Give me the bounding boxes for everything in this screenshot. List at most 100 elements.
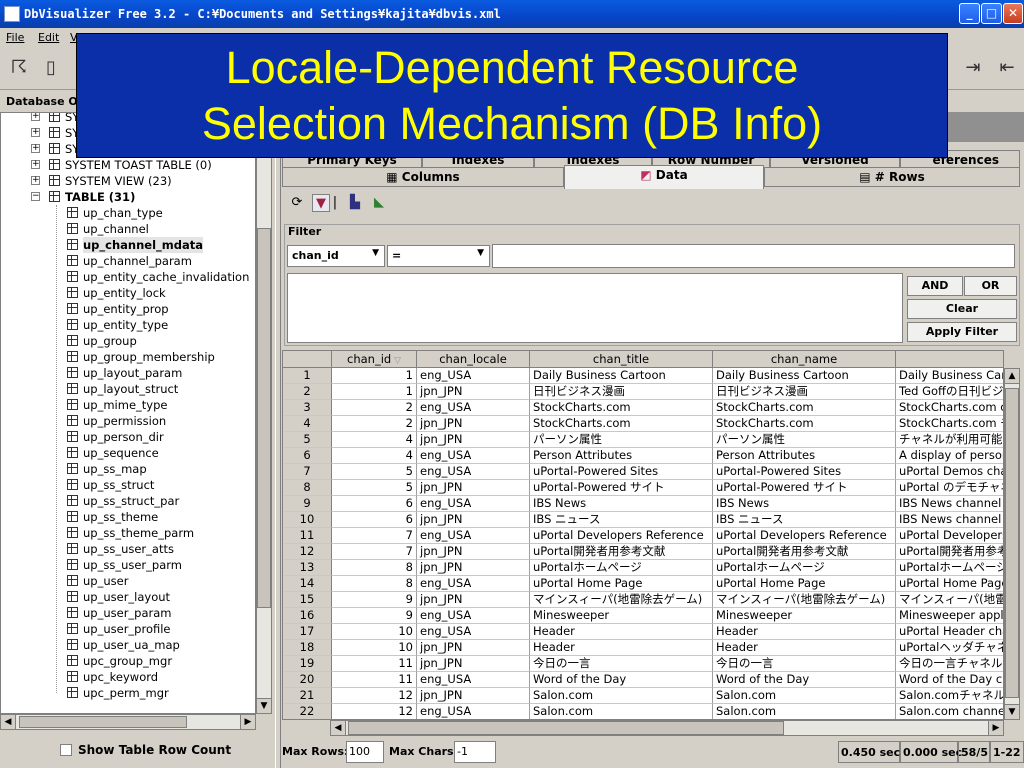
tree-node-selected-table[interactable]: up_channel_mdata — [1, 237, 255, 253]
tree-node-table[interactable]: up_entity_prop — [1, 301, 255, 317]
grid-scroll-left-icon[interactable]: ◀ — [330, 720, 346, 736]
grid-scroll-right-icon[interactable]: ▶ — [988, 720, 1004, 736]
table-cell[interactable]: 6 — [332, 496, 417, 512]
menu-edit[interactable]: Edit — [38, 31, 59, 44]
table-cell[interactable]: jpn_JPN — [417, 384, 530, 400]
table-row[interactable]: 15 9 jpn_JPN マインスィーパ(地雷除去ゲーム) マインスィーパ(地雷除去ゲー… — [283, 592, 1003, 608]
table-cell[interactable]: Person Attributes — [530, 448, 713, 464]
expand-icon[interactable]: + — [31, 144, 40, 153]
table-cell[interactable]: jpn_JPN — [417, 480, 530, 496]
tree-node-table[interactable]: up_ss_map — [1, 461, 255, 477]
filter-value-input[interactable] — [492, 244, 1015, 268]
tab-columns[interactable]: ▦ Columns — [282, 167, 564, 187]
area-chart-icon[interactable]: ◣ — [370, 194, 388, 212]
table-cell[interactable]: 5 — [332, 464, 417, 480]
show-row-count-option[interactable]: Show Table Row Count — [0, 736, 275, 768]
table-cell[interactable]: パーソン属性 — [713, 432, 896, 448]
tree-node-table[interactable]: up_group — [1, 333, 255, 349]
grid-scroll-down-icon[interactable]: ▼ — [1004, 704, 1020, 720]
table-row[interactable]: 13 8 jpn_JPN uPortalホームページ uPortalホームページ uPor… — [283, 560, 1003, 576]
tree-scroll-right-icon[interactable]: ▶ — [240, 714, 256, 730]
table-cell[interactable]: StockCharts.com — [530, 416, 713, 432]
table-cell[interactable]: 4 — [332, 432, 417, 448]
table-cell[interactable]: Minesweeper apple — [896, 608, 1003, 624]
import-icon[interactable]: ⇤ — [996, 56, 1018, 80]
tree-node-table[interactable]: up_person_dir — [1, 429, 255, 445]
table-cell[interactable]: Minesweeper — [530, 608, 713, 624]
tree-node-table[interactable]: up_entity_cache_invalidation — [1, 269, 255, 285]
tree-horizontal-scrollbar[interactable]: ◀ ▶ — [0, 714, 256, 730]
table-cell[interactable]: チャネルが利用可能 — [896, 432, 1003, 448]
table-cell[interactable]: 2 — [332, 400, 417, 416]
tree-node-table[interactable]: up_group_membership — [1, 349, 255, 365]
table-cell[interactable]: jpn_JPN — [417, 656, 530, 672]
tree-node-table[interactable]: up_channel_param — [1, 253, 255, 269]
column-header-chan-title[interactable]: chan_title — [530, 351, 713, 368]
table-cell[interactable]: 12 — [332, 704, 417, 719]
table-cell[interactable]: 5 — [332, 480, 417, 496]
tree-scroll-left-icon[interactable]: ◀ — [0, 714, 16, 730]
table-row[interactable]: 8 5 jpn_JPN uPortal-Powered サイト uPortal-Powe… — [283, 480, 1003, 496]
table-cell[interactable]: 日刊ビジネス漫画 — [530, 384, 713, 400]
show-row-count-checkbox[interactable] — [60, 744, 72, 756]
table-cell[interactable]: jpn_JPN — [417, 512, 530, 528]
table-cell[interactable]: Header — [713, 640, 896, 656]
tree-node-table[interactable]: upc_perm_mgr — [1, 685, 255, 701]
tree-scroll-thumb[interactable] — [257, 228, 271, 608]
tree-node-table[interactable]: up_user_layout — [1, 589, 255, 605]
table-cell[interactable]: IBS News — [530, 496, 713, 512]
table-cell[interactable]: Word of the Day — [530, 672, 713, 688]
table-row[interactable]: 4 2 jpn_JPN StockCharts.com StockCharts.com S… — [283, 416, 1003, 432]
table-cell[interactable]: jpn_JPN — [417, 416, 530, 432]
table-cell[interactable]: eng_USA — [417, 528, 530, 544]
table-cell[interactable]: 1 — [332, 368, 417, 384]
table-cell[interactable]: StockCharts.com — [713, 400, 896, 416]
table-cell[interactable]: マインスィーパ(地雷除去ゲーム) — [530, 592, 713, 608]
table-cell[interactable]: eng_USA — [417, 464, 530, 480]
grid-vscroll-thumb[interactable] — [1005, 388, 1019, 698]
table-cell[interactable]: 10 — [332, 640, 417, 656]
table-row[interactable]: 6 4 eng_USA Person Attributes Person Attribu… — [283, 448, 1003, 464]
tree-node-category[interactable]: + SYSTEM TOAST TABLE (0) — [1, 157, 255, 173]
column-header-chan-locale[interactable]: chan_locale — [417, 351, 530, 368]
tree-node-table[interactable]: up_sequence — [1, 445, 255, 461]
table-row[interactable]: 21 12 jpn_JPN Salon.com Salon.com Salon.comチャ… — [283, 688, 1003, 704]
table-cell[interactable]: 6 — [332, 512, 417, 528]
table-cell[interactable]: 7 — [332, 544, 417, 560]
table-cell[interactable]: 12 — [332, 688, 417, 704]
column-header-chan-desc[interactable] — [896, 351, 1003, 368]
table-row[interactable]: 18 10 jpn_JPN Header Header uPortalヘッダチャネ — [283, 640, 1003, 656]
max-chars-input[interactable]: -1 — [454, 741, 496, 763]
table-cell[interactable]: uPortal Developers — [896, 528, 1003, 544]
table-cell[interactable]: Daily Business Cartoon — [530, 368, 713, 384]
grid-hscroll-thumb[interactable] — [348, 721, 784, 735]
table-row[interactable]: 1 1 eng_USA Daily Business Cartoon Daily Bus… — [283, 368, 1003, 384]
table-cell[interactable]: Header — [530, 624, 713, 640]
table-cell[interactable]: 今日の一言 — [713, 656, 896, 672]
table-row[interactable]: 3 2 eng_USA StockCharts.com StockCharts.com S… — [283, 400, 1003, 416]
table-cell[interactable]: 日刊ビジネス漫画 — [713, 384, 896, 400]
tree-node-table[interactable]: up_user_profile — [1, 621, 255, 637]
table-cell[interactable]: uPortalホームページ — [713, 560, 896, 576]
tree-node-table[interactable]: up_ss_theme — [1, 509, 255, 525]
table-cell[interactable]: StockCharts.com チ — [896, 416, 1003, 432]
table-row[interactable]: 17 10 eng_USA Header Header uPortal Header ch… — [283, 624, 1003, 640]
table-row[interactable]: 5 4 jpn_JPN パーソン属性 パーソン属性 チャネルが利用可能 — [283, 432, 1003, 448]
table-cell[interactable]: IBS ニュース — [713, 512, 896, 528]
tree-node-table[interactable]: up_channel — [1, 221, 255, 237]
tree-node-table[interactable]: up_user_param — [1, 605, 255, 621]
expand-icon[interactable]: + — [31, 128, 40, 137]
table-cell[interactable]: Word of the Day cha — [896, 672, 1003, 688]
table-cell[interactable]: Salon.com — [530, 688, 713, 704]
table-row[interactable]: 12 7 jpn_JPN uPortal開発者用参考文献 uPortal開発者用参考文献… — [283, 544, 1003, 560]
close-button[interactable]: ✕ — [1003, 3, 1023, 24]
table-cell[interactable]: uPortal Home Page — [713, 576, 896, 592]
table-cell[interactable]: jpn_JPN — [417, 640, 530, 656]
tree-node-table[interactable]: up_layout_param — [1, 365, 255, 381]
table-cell[interactable]: jpn_JPN — [417, 560, 530, 576]
table-cell[interactable]: 11 — [332, 672, 417, 688]
table-cell[interactable]: Salon.com — [530, 704, 713, 719]
table-cell[interactable]: StockCharts.com — [530, 400, 713, 416]
table-cell[interactable]: uPortal-Powered Sites — [713, 464, 896, 480]
table-cell[interactable]: 4 — [332, 448, 417, 464]
